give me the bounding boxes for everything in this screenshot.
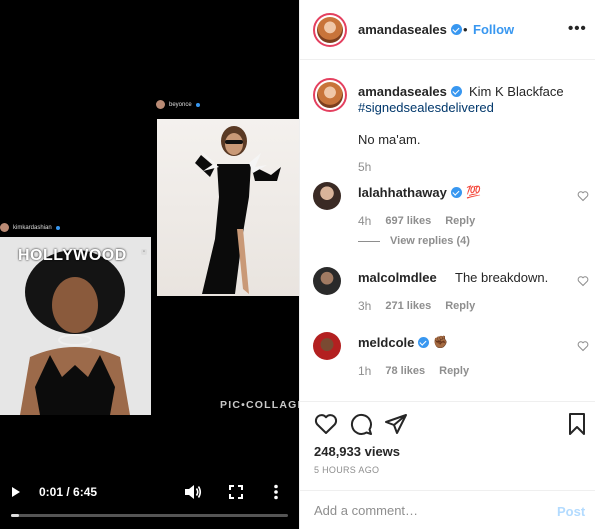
comment-icon[interactable] [349,412,373,436]
comment-text: 💯 [466,185,481,199]
view-replies-button[interactable]: View replies (4) [358,235,470,247]
share-icon[interactable] [384,412,408,436]
comment-meta: 1h 78 likes Reply [358,364,470,378]
verified-icon [450,86,462,97]
comment-username[interactable]: meldcole [358,335,429,350]
comment-text: The breakdown. [455,270,549,285]
comment-meta: 3h 271 likes Reply [358,299,476,313]
photo-badge: ▫ [140,249,147,255]
photo-beyonce [157,119,299,296]
comment-username[interactable]: malcolmdlee [358,270,437,285]
comment-input[interactable] [314,499,534,521]
reply-button[interactable]: Reply [439,365,469,377]
avatar[interactable] [313,332,341,360]
video-player[interactable]: beyonce kimkardashian HOLLYWOOD ▫ PIC•CO… [0,0,299,529]
verified-icon [195,102,200,107]
view-count[interactable]: 248,933 views [314,444,400,459]
post-timestamp[interactable]: 5 HOURS AGO [314,465,379,475]
reply-button[interactable]: Reply [445,215,475,227]
hollywood-text: HOLLYWOOD [18,247,127,264]
comment-username[interactable]: lalahhathaway [358,185,462,200]
gown-figure-image [195,126,281,294]
like-comment-icon[interactable] [577,190,589,202]
play-icon[interactable] [12,487,20,497]
photo-kim: HOLLYWOOD ▫ [0,237,151,415]
post-panel: amandaseales • Follow ••• amandaseales K… [299,0,595,529]
caption-time[interactable]: 5h [358,160,371,174]
like-comment-icon[interactable] [577,340,589,352]
verified-icon [417,337,429,348]
avatar[interactable] [313,13,347,47]
post-actions: 248,933 views 5 HOURS AGO [300,401,595,491]
header-separator: • [463,22,468,37]
like-comment-icon[interactable] [577,275,589,287]
video-progress-bar[interactable] [11,514,288,517]
fullscreen-icon[interactable] [229,485,243,499]
like-icon[interactable] [314,412,338,436]
caption-text: Kim K Blackface [469,84,564,99]
comment-composer: Post [300,490,595,529]
comment-text: ✊🏾 [433,335,448,349]
avatar[interactable] [313,78,347,112]
caption-hashtag[interactable]: #signedsealesdelivered [358,100,494,115]
video-time: 0:01 / 6:45 [39,485,98,499]
more-options-button[interactable]: ••• [568,20,587,37]
volume-icon[interactable] [184,484,202,500]
comment-meta: 4h 697 likes Reply [358,214,476,228]
caption-username[interactable]: amandaseales [358,84,462,99]
caption-body: No ma'am. [358,132,421,147]
post-button[interactable]: Post [557,504,585,519]
post-header: amandaseales • Follow ••• [300,0,595,60]
reply-button[interactable]: Reply [445,300,475,312]
avatar [0,223,9,232]
avatar [156,100,165,109]
overlay-user-kimkardashian: kimkardashian [0,223,60,232]
header-username[interactable]: amandaseales [358,22,462,37]
save-bookmark-icon[interactable] [565,412,589,436]
avatar[interactable] [313,182,341,210]
comments-list[interactable]: amandaseales Kim K Blackface #signedseal… [300,61,595,401]
video-progress-fill [11,514,20,517]
verified-icon [450,187,462,198]
avatar[interactable] [313,267,341,295]
video-controls: 0:01 / 6:45 [0,478,299,508]
watermark: PIC•COLLAGE [220,399,299,411]
follow-button[interactable]: Follow [473,22,514,37]
verified-icon [55,225,60,230]
overlay-user-beyonce: beyonce [156,100,200,109]
verified-icon [450,24,462,35]
more-options-icon[interactable] [272,484,280,500]
divider [358,240,380,242]
